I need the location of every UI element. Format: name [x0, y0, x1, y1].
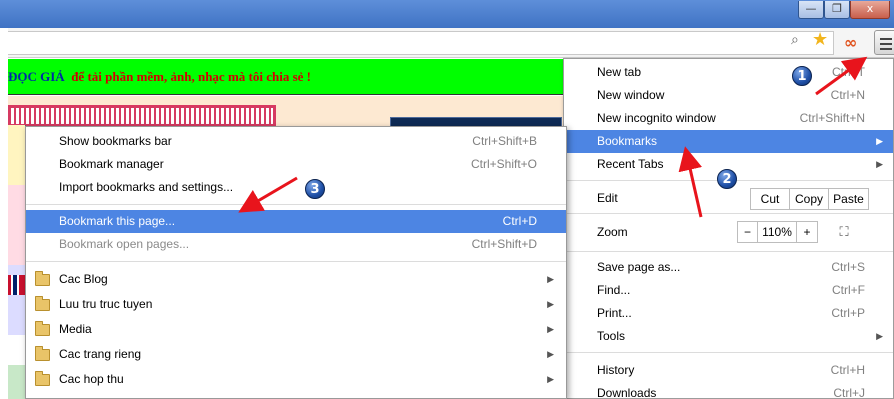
arrow-step-2	[678, 146, 703, 218]
annotation-arrows	[238, 56, 868, 218]
arrow-step-1	[815, 56, 868, 96]
arrow-step-3	[238, 176, 298, 213]
